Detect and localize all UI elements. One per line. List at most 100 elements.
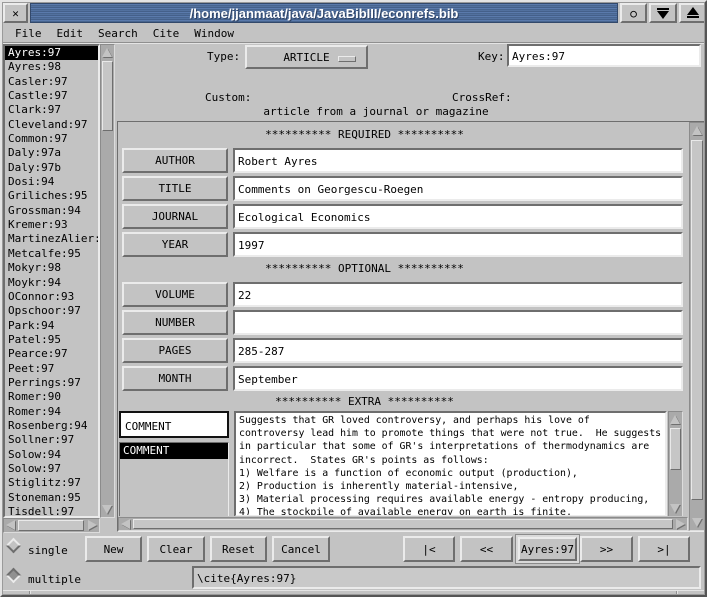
- nav-first-button[interactable]: |<: [403, 536, 455, 562]
- reference-list-item[interactable]: Castle:97: [5, 89, 98, 103]
- reference-list-item[interactable]: Park:94: [5, 319, 98, 333]
- reference-list-item[interactable]: Metcalfe:95: [5, 247, 98, 261]
- reference-list-item[interactable]: Tisdell:97: [5, 505, 98, 518]
- field-label-button[interactable]: AUTHOR: [122, 148, 228, 173]
- scroll-up-icon[interactable]: [692, 126, 702, 135]
- sidebar-vertical-scrollbar[interactable]: [100, 44, 115, 518]
- reference-list-item[interactable]: Pearce:97: [5, 347, 98, 361]
- reference-list-item[interactable]: Daly:97a: [5, 146, 98, 160]
- reset-button[interactable]: Reset: [210, 536, 267, 562]
- scrollbar-thumb[interactable]: [670, 428, 681, 470]
- reference-list[interactable]: Ayres:97Ayres:98Casler:97Castle:97Clark:…: [3, 44, 100, 518]
- multiple-mode-label[interactable]: multiple: [28, 573, 81, 586]
- nav-current-button[interactable]: Ayres:97: [518, 537, 577, 561]
- titlebar-drag-area[interactable]: /home/jjanmaat/java/JavaBibIII/econrefs.…: [30, 3, 618, 23]
- reference-list-item[interactable]: Daly:97b: [5, 161, 98, 175]
- reference-list-item[interactable]: Grossman:94: [5, 204, 98, 218]
- key-input[interactable]: [507, 44, 701, 67]
- field-value-input[interactable]: [233, 176, 683, 201]
- scroll-up-icon[interactable]: [102, 48, 112, 57]
- reference-list-item[interactable]: Romer:94: [5, 405, 98, 419]
- reference-list-item[interactable]: Kremer:93: [5, 218, 98, 232]
- reference-list-item[interactable]: Patel:95: [5, 333, 98, 347]
- reference-list-item[interactable]: MartinezAlier:9: [5, 232, 98, 246]
- comment-textarea[interactable]: [236, 413, 665, 515]
- iconify-button[interactable]: [649, 3, 677, 23]
- scroll-up-icon[interactable]: [670, 415, 680, 424]
- menu-item[interactable]: Edit: [57, 27, 84, 40]
- field-value-input[interactable]: [233, 232, 683, 257]
- menu-item[interactable]: Window: [194, 27, 234, 40]
- menu-item[interactable]: File: [15, 27, 42, 40]
- panel-horizontal-scrollbar[interactable]: [118, 517, 688, 531]
- comment-vertical-scrollbar[interactable]: [668, 411, 683, 516]
- field-value-input[interactable]: [233, 338, 683, 363]
- field-value-input[interactable]: [233, 148, 683, 173]
- nav-next-button[interactable]: >>: [580, 536, 633, 562]
- scroll-left-icon[interactable]: [6, 520, 15, 530]
- scroll-down-icon[interactable]: [692, 518, 702, 527]
- reference-list-item[interactable]: Ayres:98: [5, 60, 98, 74]
- window-menu-button[interactable]: ○: [620, 3, 647, 23]
- reference-list-item[interactable]: Griliches:95: [5, 189, 98, 203]
- reference-list-item[interactable]: OConnor:93: [5, 290, 98, 304]
- titlebar[interactable]: ✕ /home/jjanmaat/java/JavaBibIII/econref…: [3, 3, 704, 23]
- maximize-button[interactable]: [679, 3, 707, 23]
- reference-list-item[interactable]: Cleveland:97: [5, 118, 98, 132]
- close-button[interactable]: ✕: [3, 3, 28, 23]
- sidebar-horizontal-scrollbar[interactable]: [3, 518, 100, 533]
- reference-list-item[interactable]: Common:97: [5, 132, 98, 146]
- cite-command-input[interactable]: [192, 566, 701, 589]
- window-resize-bar[interactable]: [0, 590, 707, 597]
- scroll-down-icon[interactable]: [670, 504, 680, 513]
- reference-list-item[interactable]: Mokyr:98: [5, 261, 98, 275]
- single-mode-radio[interactable]: [6, 538, 22, 554]
- field-label-button[interactable]: TITLE: [122, 176, 228, 201]
- scroll-down-icon[interactable]: [102, 505, 112, 514]
- clear-button[interactable]: Clear: [147, 536, 205, 562]
- new-button[interactable]: New: [85, 536, 142, 562]
- reference-list-item[interactable]: Solow:97: [5, 462, 98, 476]
- scroll-right-icon[interactable]: [676, 519, 685, 529]
- field-value-input[interactable]: [233, 282, 683, 307]
- reference-list-item[interactable]: Sollner:97: [5, 433, 98, 447]
- reference-list-item[interactable]: Stoneman:95: [5, 491, 98, 505]
- reference-list-item[interactable]: Rosenberg:94: [5, 419, 98, 433]
- reference-list-item[interactable]: Romer:90: [5, 390, 98, 404]
- field-value-input[interactable]: [233, 204, 683, 229]
- nav-prev-button[interactable]: <<: [460, 536, 513, 562]
- scrollbar-thumb[interactable]: [133, 519, 673, 529]
- scroll-right-icon[interactable]: [88, 520, 97, 530]
- single-mode-label[interactable]: single: [28, 544, 68, 557]
- field-value-input[interactable]: [233, 310, 683, 335]
- extra-field-name-input[interactable]: [119, 411, 229, 438]
- field-label-button[interactable]: PAGES: [122, 338, 228, 363]
- reference-list-item[interactable]: Dosi:94: [5, 175, 98, 189]
- reference-list-item[interactable]: Moykr:94: [5, 276, 98, 290]
- field-label-button[interactable]: YEAR: [122, 232, 228, 257]
- reference-list-item[interactable]: Peet:97: [5, 362, 98, 376]
- field-label-button[interactable]: MONTH: [122, 366, 228, 391]
- extra-field-list[interactable]: COMMENT: [119, 442, 229, 516]
- field-value-input[interactable]: [233, 366, 683, 391]
- reference-list-item[interactable]: Casler:97: [5, 75, 98, 89]
- reference-list-item[interactable]: Solow:94: [5, 448, 98, 462]
- panel-vertical-scrollbar[interactable]: [689, 122, 705, 531]
- extra-field-list-item[interactable]: COMMENT: [120, 443, 228, 459]
- menu-item[interactable]: Cite: [153, 27, 180, 40]
- reference-list-item[interactable]: Perrings:97: [5, 376, 98, 390]
- reference-list-item[interactable]: Stiglitz:97: [5, 476, 98, 490]
- field-label-button[interactable]: NUMBER: [122, 310, 228, 335]
- scroll-left-icon[interactable]: [121, 519, 130, 529]
- field-label-button[interactable]: JOURNAL: [122, 204, 228, 229]
- scrollbar-thumb[interactable]: [691, 140, 703, 500]
- nav-last-button[interactable]: >|: [638, 536, 690, 562]
- menu-item[interactable]: Search: [98, 27, 138, 40]
- reference-list-item[interactable]: Opschoor:97: [5, 304, 98, 318]
- scrollbar-thumb[interactable]: [102, 61, 113, 131]
- cancel-button[interactable]: Cancel: [272, 536, 330, 562]
- multiple-mode-radio[interactable]: [6, 568, 22, 584]
- reference-list-item[interactable]: Clark:97: [5, 103, 98, 117]
- reference-list-item[interactable]: Ayres:97: [5, 46, 98, 60]
- scrollbar-thumb[interactable]: [18, 520, 84, 531]
